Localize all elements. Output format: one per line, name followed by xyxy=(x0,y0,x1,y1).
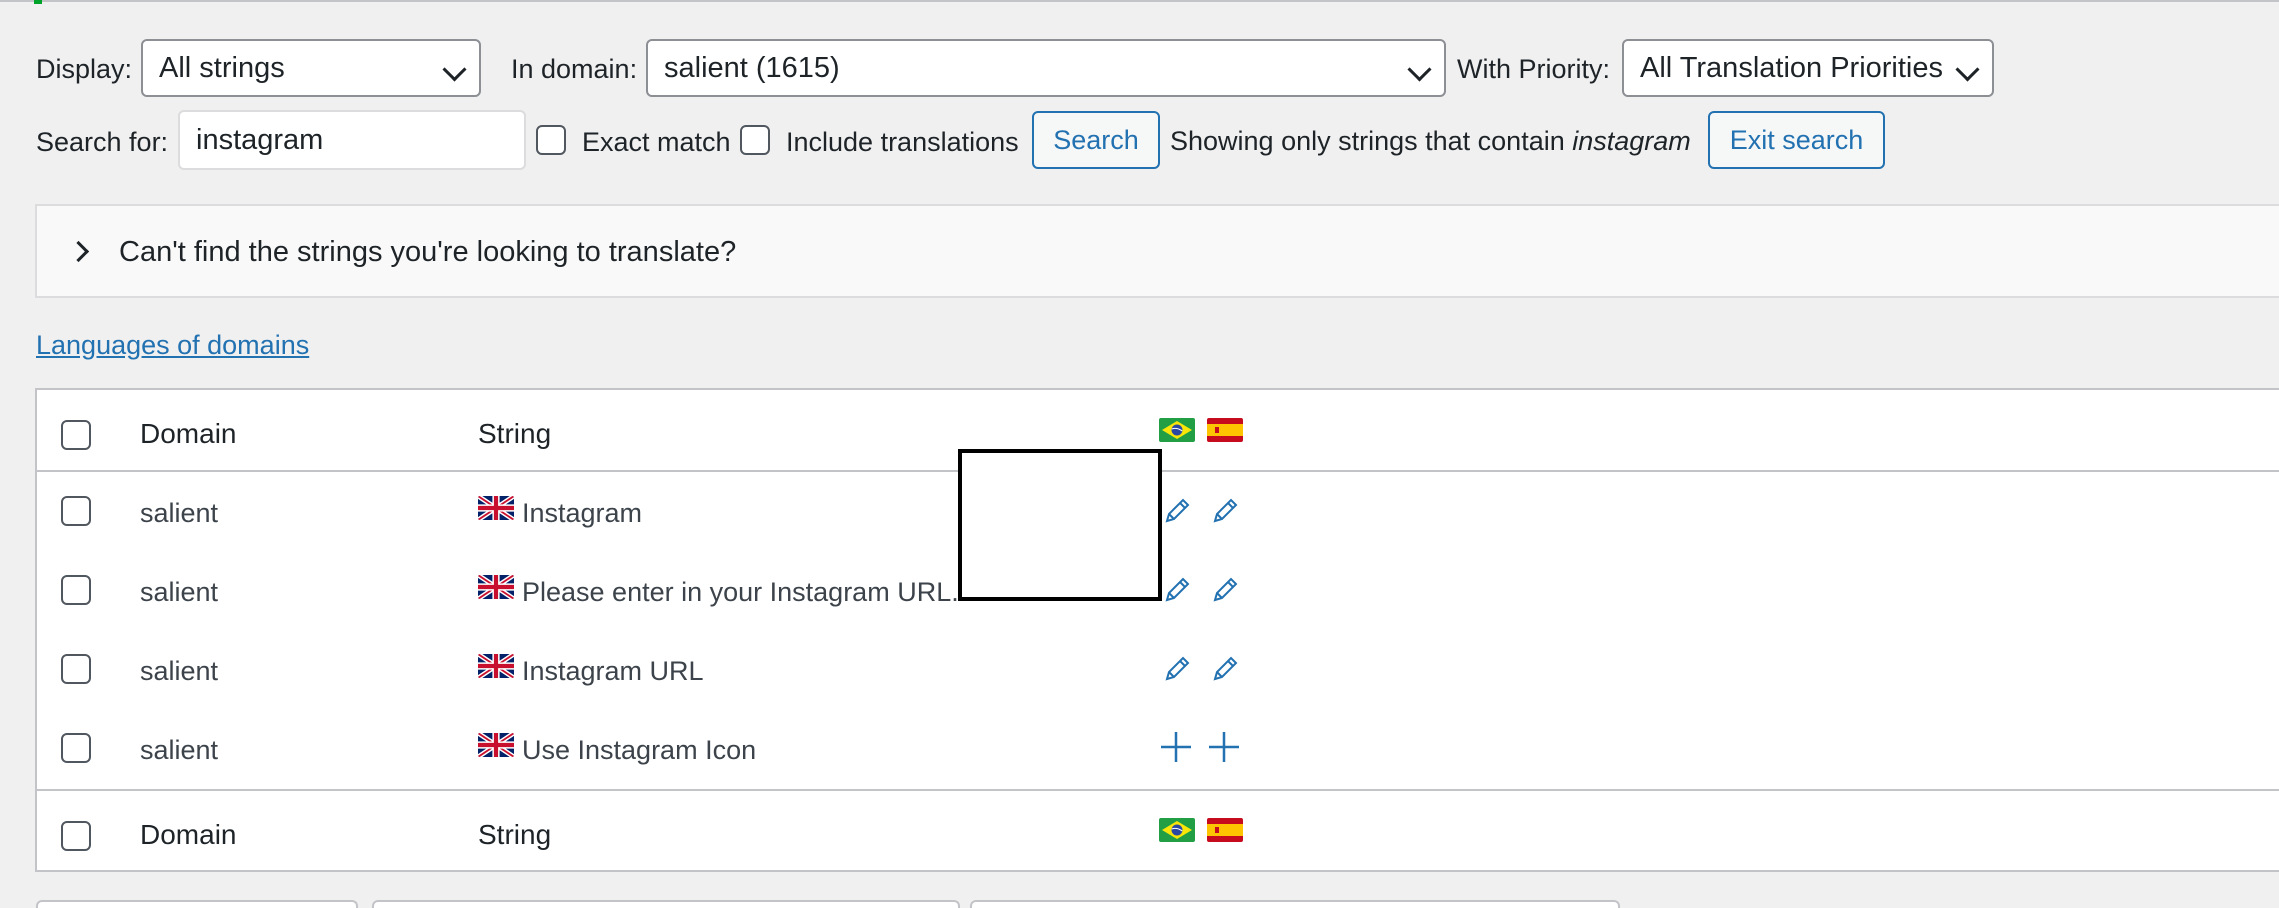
plus-icon[interactable] xyxy=(1207,730,1241,764)
top-border xyxy=(0,0,2279,4)
row-string: Use Instagram Icon xyxy=(522,735,757,765)
domain-label: In domain: xyxy=(511,54,638,84)
row-string: Instagram xyxy=(522,498,643,528)
column-footer-domain[interactable]: Domain xyxy=(140,819,236,851)
help-panel-title: Can't find the strings you're looking to… xyxy=(119,236,737,268)
row-checkbox[interactable] xyxy=(61,575,91,605)
spain-flag-icon xyxy=(1207,418,1243,442)
display-select-value: All strings xyxy=(159,52,285,84)
search-label: Search for: xyxy=(36,127,169,157)
uk-flag-icon xyxy=(478,733,514,757)
bottom-control[interactable] xyxy=(372,900,960,908)
uk-flag-icon xyxy=(478,575,514,599)
brazil-flag-icon xyxy=(1159,418,1195,442)
table-row: salient Instagram URL xyxy=(37,630,2279,709)
table-row: salient Use Instagram Icon xyxy=(37,709,2279,788)
bottom-control[interactable] xyxy=(970,900,1620,908)
highlight-box xyxy=(958,449,1162,601)
row-domain: salient xyxy=(140,735,219,765)
search-status-text: Showing only strings that contain instag… xyxy=(1170,126,1691,157)
include-translations-label: Include translations xyxy=(786,127,1019,157)
exact-match-checkbox[interactable] xyxy=(536,125,566,155)
display-select[interactable]: All strings xyxy=(141,39,481,97)
search-button[interactable]: Search xyxy=(1032,111,1160,169)
row-checkbox[interactable] xyxy=(61,733,91,763)
chevron-down-icon xyxy=(442,57,467,82)
help-panel[interactable]: Can't find the strings you're looking to… xyxy=(35,204,2279,298)
languages-of-domains-link[interactable]: Languages of domains xyxy=(36,330,309,361)
pencil-icon[interactable] xyxy=(1161,653,1193,685)
chevron-down-icon xyxy=(1955,57,1980,82)
row-domain: salient xyxy=(140,577,219,607)
row-domain: salient xyxy=(140,656,219,686)
pencil-icon[interactable] xyxy=(1209,495,1241,527)
pencil-icon[interactable] xyxy=(1209,574,1241,606)
priority-select-value: All Translation Priorities xyxy=(1640,52,1943,84)
spain-flag-icon xyxy=(1207,818,1243,842)
column-footer-string[interactable]: String xyxy=(478,819,551,851)
select-all-checkbox[interactable] xyxy=(61,420,91,450)
row-domain: salient xyxy=(140,498,219,528)
row-string: Please enter in your Instagram URL. xyxy=(522,577,959,607)
column-header-string[interactable]: String xyxy=(478,418,551,450)
row-checkbox[interactable] xyxy=(61,654,91,684)
chevron-down-icon xyxy=(1407,57,1432,82)
uk-flag-icon xyxy=(478,654,514,678)
exact-match-label: Exact match xyxy=(582,127,731,157)
include-translations-checkbox[interactable] xyxy=(740,125,770,155)
search-status-term: instagram xyxy=(1572,126,1691,156)
row-string: Instagram URL xyxy=(522,656,704,686)
plus-icon[interactable] xyxy=(1159,730,1193,764)
row-checkbox[interactable] xyxy=(61,496,91,526)
bottom-control[interactable] xyxy=(36,900,358,908)
pencil-icon[interactable] xyxy=(1161,574,1193,606)
pencil-icon[interactable] xyxy=(1209,653,1241,685)
exit-search-button[interactable]: Exit search xyxy=(1708,111,1885,169)
uk-flag-icon xyxy=(478,496,514,520)
column-header-domain[interactable]: Domain xyxy=(140,418,236,450)
domain-select-value: salient (1615) xyxy=(664,52,840,84)
table-footer: Domain String xyxy=(37,791,2279,872)
brazil-flag-icon xyxy=(1159,818,1195,842)
select-all-checkbox[interactable] xyxy=(61,821,91,851)
pencil-icon[interactable] xyxy=(1161,495,1193,527)
search-input[interactable]: instagram xyxy=(178,110,526,170)
chevron-right-icon xyxy=(67,240,90,263)
priority-label: With Priority: xyxy=(1457,54,1611,84)
priority-select[interactable]: All Translation Priorities xyxy=(1622,39,1994,97)
display-label: Display: xyxy=(36,54,133,84)
domain-select[interactable]: salient (1615) xyxy=(646,39,1446,97)
search-status-prefix: Showing only strings that contain xyxy=(1170,126,1565,156)
